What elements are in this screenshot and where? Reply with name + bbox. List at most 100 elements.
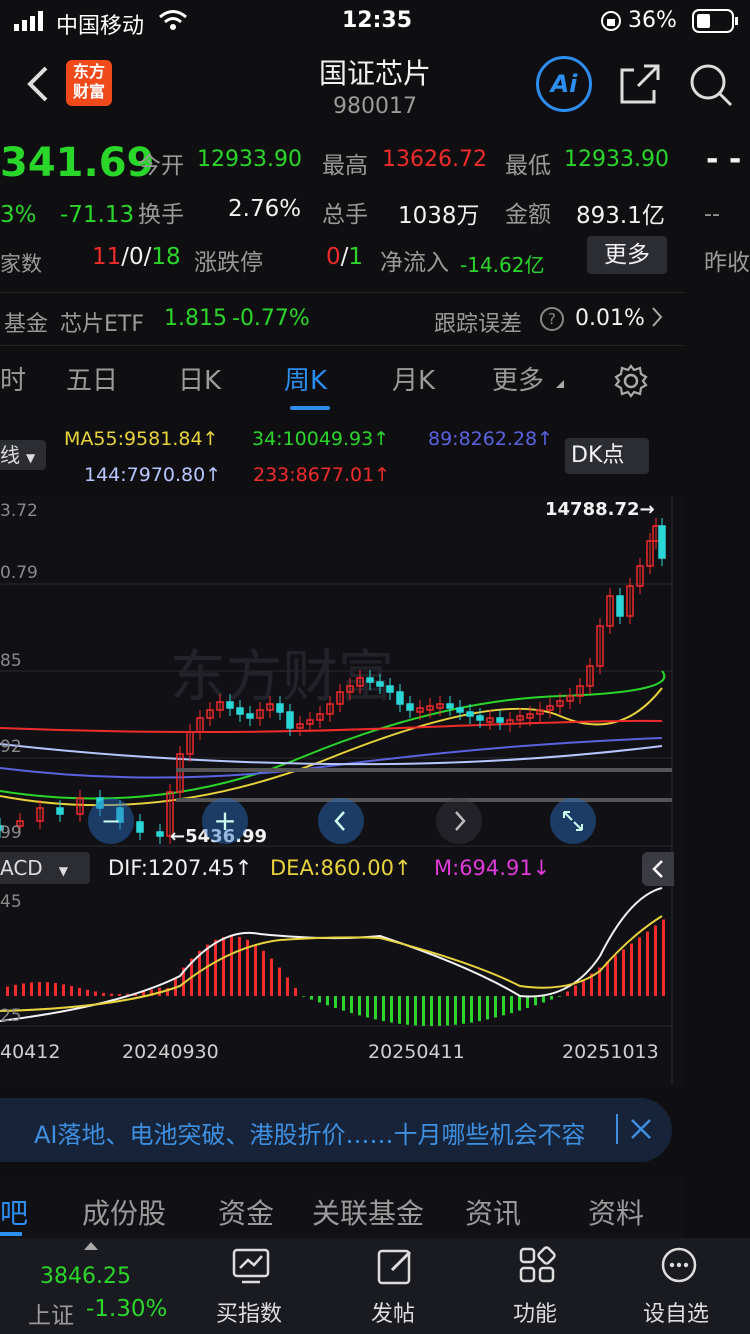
edit-icon[interactable] [376,1246,416,1292]
fund-change: -0.77% [232,306,310,331]
index-value[interactable]: 3846.25 [40,1264,131,1289]
app-logo: 东方 财富 [66,60,112,106]
limit-down: 1 [348,244,364,270]
macd-bar [558,996,561,997]
open-label: 今开 [138,153,184,179]
more-dots-icon[interactable] [660,1246,698,1290]
tab-news[interactable]: 资讯 [465,1192,521,1232]
buy-index-label[interactable]: 买指数 [216,1296,282,1328]
tab-constituents[interactable]: 成份股 [82,1192,166,1232]
macd-bar [662,919,665,996]
macd-y-bottom: 25 [0,1006,22,1026]
expand-up-icon[interactable] [84,1242,98,1250]
macd-bar [310,996,313,1000]
close-icon[interactable] [628,1116,654,1148]
y-label-5: 99 [0,823,22,843]
macd-bar [430,996,433,1026]
limit-up: 0 [326,244,341,270]
dea-line [0,915,663,1012]
netflow-value: -14.62亿 [460,253,545,277]
amount-label: 金额 [505,202,551,228]
m-value: M:694.91↓ [434,856,551,880]
macd-bar [358,996,361,1016]
count-down: 18 [151,244,181,270]
post-label[interactable]: 发帖 [371,1296,415,1328]
ma-line [0,743,663,766]
chart-prev-button[interactable] [318,798,364,844]
trend-chart-icon[interactable] [230,1246,272,1292]
macd-bar [422,996,425,1026]
ma-line [0,719,663,733]
collapse-panel-button[interactable] [642,852,674,886]
turnover-label: 换手 [138,202,184,228]
open-value: 12933.90 [197,147,302,172]
count-flat: 0 [129,244,144,270]
macd-bar [62,984,65,996]
macd-bar [462,996,465,1024]
chart-next-button[interactable] [436,798,482,844]
add-watchlist-label[interactable]: 设自选 [643,1296,709,1328]
tab-more[interactable]: 更多 [492,346,544,416]
macd-bar [262,950,265,996]
macd-bar [326,996,329,1006]
share-icon[interactable] [618,62,662,110]
macd-bar [294,987,297,996]
last-price: 341.69 [0,140,155,186]
macd-bar [654,925,657,996]
x-label-1: 40412 [0,1041,60,1063]
amount-value: 893.1亿 [576,203,665,229]
tab-monthly-k[interactable]: 月K [392,346,435,416]
more-button[interactable]: 更多 [587,236,667,274]
tab-daily-k[interactable]: 日K [178,346,221,416]
tab-5day[interactable]: 五日 [66,346,118,416]
macd-bar [46,982,49,996]
help-icon[interactable]: ? [540,307,564,331]
tab-forum[interactable]: 吧 [0,1192,28,1232]
chart-zoom-in-button[interactable]: + [202,798,248,844]
y-label-4: 92 [0,737,22,757]
macd-bar [302,996,305,997]
macd-bar [390,996,393,1023]
macd-bar [526,996,529,1008]
macd-bar [78,987,81,996]
y-label-3: 85 [0,651,22,671]
function-label[interactable]: 功能 [513,1296,557,1328]
related-fund-row[interactable]: 基金 芯片ETF 1.815 -0.77% 跟踪误差 ? 0.01% [0,292,685,346]
settings-gear-icon[interactable] [614,364,648,405]
quote-panel: 341.69 今开 12933.90 最高 13626.72 最低 12933.… [0,140,750,277]
ma34-value: 34:10049.93↑ [252,428,390,450]
chart-fullscreen-button[interactable] [550,798,596,844]
macd-bar [486,996,489,1020]
page-title: 国证芯片 [318,57,431,90]
macd-bar [582,979,585,996]
macd-bar [206,944,209,996]
tab-info[interactable]: 资料 [588,1192,644,1232]
bottom-toolbar: 3846.25 上证 -1.30% 买指数 发帖 功能 设自选 [0,1238,750,1334]
chart-zoom-out-button[interactable]: − [88,798,134,844]
tab-time[interactable]: 时 [0,346,26,416]
indicator-select[interactable]: ACD ▼ [0,852,90,884]
macd-bar [118,993,121,996]
macd-bar [286,977,289,996]
macd-bar [238,936,241,996]
tab-capital[interactable]: 资金 [218,1192,274,1232]
wifi-icon [158,9,188,37]
tab-related-funds[interactable]: 关联基金 [312,1192,424,1232]
search-icon[interactable] [688,62,734,112]
ai-button[interactable]: Ai [536,56,592,112]
dif-value: DIF:1207.45↑ [108,856,253,880]
prev-close-label: 昨收 [704,250,750,276]
apps-icon[interactable] [518,1246,556,1290]
line-type-select[interactable]: 线 ▼ [0,440,46,470]
macd-bar [518,996,521,1011]
dk-point-button[interactable]: DK点 [565,438,649,474]
count-label: 家数 [0,252,42,276]
max-price-label: 14788.72→ [545,499,655,520]
status-bar: 中国移动 12:35 36% [0,0,750,42]
more-caret-icon [556,380,564,388]
macd-bar [54,983,57,996]
news-banner[interactable]: AI落地、电池突破、港股折价……十月哪些机会不容 [0,1098,672,1162]
macd-bar [366,996,369,1018]
kline-chart[interactable]: 东方财富 3.72 0.79 85 92 99 14788.72→ ←5436.… [0,496,685,1086]
back-icon[interactable] [24,64,52,108]
